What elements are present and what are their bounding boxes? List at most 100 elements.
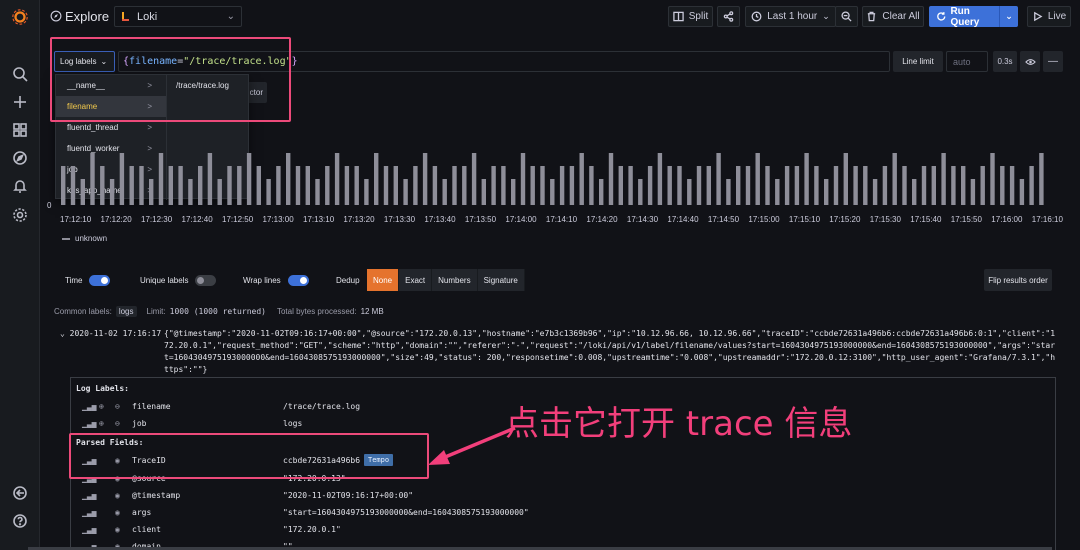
minus-icon: —: [1048, 56, 1058, 67]
logs-stats-row: Common labels: logs Limit: 1000 (1000 re…: [54, 306, 395, 317]
bar-chart-icon[interactable]: ▁▃▅: [82, 474, 96, 483]
time-range-picker[interactable]: Last 1 hour ⌄: [745, 6, 836, 27]
volume-bar: [452, 166, 457, 205]
volume-bar: [912, 179, 917, 205]
log-timestamp-text: 2020-11-02 17:16:17: [69, 329, 162, 338]
grafana-logo-icon[interactable]: [10, 7, 30, 27]
eye-icon[interactable]: ◉: [115, 474, 120, 483]
dashboards-icon[interactable]: [10, 120, 30, 140]
clear-all-button[interactable]: Clear All: [862, 6, 924, 27]
zoom-out-icon[interactable]: ⊖: [115, 402, 120, 411]
split-button[interactable]: Split: [668, 6, 713, 27]
collapse-chevron-icon[interactable]: ⌄: [60, 329, 70, 338]
bar-chart-icon[interactable]: ▁▃▅: [82, 508, 96, 517]
volume-bar: [295, 166, 301, 205]
query-input[interactable]: {filename = "/trace/trace.log"}: [118, 51, 890, 72]
dedup-option-signature[interactable]: Signature: [477, 269, 525, 291]
chart-legend[interactable]: unknown: [62, 234, 107, 243]
share-button[interactable]: [717, 6, 740, 27]
bar-chart-icon[interactable]: ▁▃▅: [82, 491, 96, 500]
label-value-item[interactable]: /trace/trace.log: [167, 75, 248, 96]
remove-query-button[interactable]: —: [1043, 51, 1063, 72]
x-tick-label: 17:16:00: [991, 215, 1023, 224]
datasource-name: Loki: [137, 10, 158, 23]
volume-bar: [1000, 166, 1005, 205]
help-icon[interactable]: [10, 511, 30, 531]
eye-icon[interactable]: ◉: [115, 491, 120, 500]
plus-icon[interactable]: [10, 92, 30, 112]
eye-icon[interactable]: ◉: [115, 456, 120, 465]
detail-row-client: ▁▃▅ ◉ client "172.20.0.1": [71, 520, 1055, 538]
log-labels-button[interactable]: Log labels ⌄: [54, 51, 115, 72]
bar-chart-icon[interactable]: ▁▃▅: [82, 525, 96, 534]
volume-bar: [158, 153, 164, 205]
settings-gear-icon[interactable]: [10, 205, 30, 225]
zoom-out-button[interactable]: [835, 6, 858, 27]
trash-icon: [868, 11, 876, 22]
unique-labels-toggle[interactable]: Unique labels: [140, 269, 217, 291]
dedup-option-numbers[interactable]: Numbers: [432, 269, 478, 291]
tempo-link-button[interactable]: Tempo: [364, 454, 394, 466]
x-tick-label: 17:13:20: [343, 215, 375, 224]
volume-bar: [61, 166, 66, 205]
volume-bar: [863, 166, 868, 205]
eye-icon[interactable]: ◉: [115, 525, 120, 534]
time-switch[interactable]: [89, 274, 111, 286]
wrap-lines-toggle-label: Wrap lines: [243, 275, 281, 285]
run-query-dropdown-icon[interactable]: ⌄: [1000, 11, 1018, 22]
time-toggle[interactable]: Time: [65, 269, 111, 291]
zoom-in-icon[interactable]: ⊕: [99, 402, 104, 411]
toggle-visibility-button[interactable]: [1020, 51, 1040, 72]
x-tick-label: 17:13:50: [465, 215, 497, 224]
log-labels-label: Log labels: [60, 57, 97, 66]
label-selector-button[interactable]: ctor: [247, 82, 267, 103]
eye-icon[interactable]: ◉: [115, 508, 120, 517]
datasource-picker[interactable]: Loki ⌄: [114, 6, 242, 27]
line-limit-label: Line limit: [893, 51, 943, 72]
share-icon: [723, 11, 734, 22]
wrap-lines-toggle[interactable]: Wrap lines: [243, 269, 309, 291]
zoom-out-icon[interactable]: ⊖: [115, 419, 120, 428]
dedup-option-none[interactable]: None: [367, 269, 400, 291]
logs-volume-chart: 0 17:12:10 17:12:20 17:12:30 17:12:40 17:12:5…: [40, 125, 1080, 227]
chevron-right-icon: >: [147, 81, 152, 90]
volume-bar: [276, 166, 281, 205]
volume-bar: [109, 179, 115, 205]
volume-bar: [951, 166, 956, 205]
query-close-brace: }: [291, 56, 298, 67]
chevron-down-icon: ⌄: [100, 57, 108, 66]
query-label-value: "/trace/trace.log": [183, 56, 292, 67]
volume-bar: [921, 166, 927, 205]
run-query-button[interactable]: Run Query ⌄: [929, 6, 1018, 28]
search-icon[interactable]: [10, 64, 30, 84]
volume-bar: [726, 179, 731, 205]
chevron-down-icon: ⌄: [226, 11, 235, 22]
chart-svg: 0 17:12:10 17:12:20 17:12:30 17:12:40 17:12:5…: [47, 153, 1063, 224]
dedup-label: Dedup: [336, 275, 360, 285]
flip-results-order-button[interactable]: Flip results order: [984, 269, 1052, 291]
bar-chart-icon[interactable]: ▁▃▅: [82, 419, 96, 428]
log-row-timestamp: ⌄ 2020-11-02 17:16:17: [60, 328, 161, 340]
line-limit-input[interactable]: auto: [946, 51, 988, 72]
alerting-bell-icon[interactable]: [10, 176, 30, 196]
time-toggle-label: Time: [65, 275, 83, 285]
dedup-option-exact[interactable]: Exact: [399, 269, 433, 291]
bar-chart-icon[interactable]: ▁▃▅: [82, 456, 96, 465]
volume-bar: [647, 166, 653, 205]
explore-compass-icon[interactable]: [10, 148, 30, 168]
run-query-main[interactable]: Run Query: [929, 6, 1000, 28]
bytes-processed-label: Total bytes processed:: [276, 307, 357, 316]
x-tick-label: 17:14:00: [505, 215, 537, 224]
label-item-filename[interactable]: filename >: [56, 96, 166, 117]
unique-labels-switch[interactable]: [195, 274, 217, 286]
volume-bar: [784, 166, 790, 205]
live-button[interactable]: Live: [1027, 6, 1071, 27]
sign-in-icon[interactable]: [10, 483, 30, 503]
bar-chart-icon[interactable]: ▁▃▅: [82, 402, 96, 411]
wrap-lines-switch[interactable]: [287, 274, 309, 286]
label-item-name[interactable]: __name__ >: [56, 75, 166, 96]
volume-bar: [383, 166, 389, 205]
volume-bar: [824, 179, 829, 205]
volume-bar: [941, 153, 946, 205]
zoom-in-icon[interactable]: ⊕: [99, 419, 104, 428]
